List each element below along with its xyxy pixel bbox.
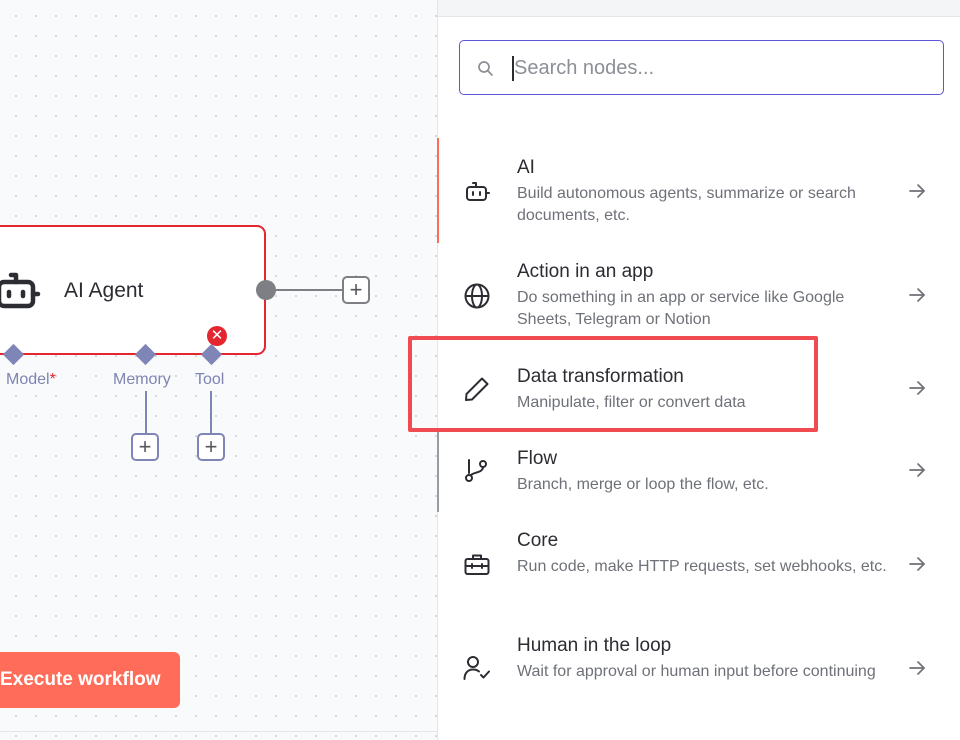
category-title: Flow xyxy=(517,448,558,469)
category-title: AI xyxy=(517,157,535,178)
category-ai[interactable]: AI Build autonomous agents, summarize or… xyxy=(438,157,960,237)
tool-connection-line xyxy=(210,391,212,433)
category-description: Branch, merge or loop the flow, etc. xyxy=(517,476,769,493)
category-title: Data transformation xyxy=(517,366,684,387)
category-title: Human in the loop xyxy=(517,635,672,656)
arrow-right-icon xyxy=(909,184,925,198)
category-title: Core xyxy=(517,530,559,551)
required-marker: * xyxy=(49,371,56,388)
output-connection-line xyxy=(274,289,342,291)
node-creator-panel: AI Build autonomous agents, summarize or… xyxy=(437,0,960,740)
robot-icon xyxy=(0,272,41,309)
category-description: Wait for approval or human input before … xyxy=(517,663,876,680)
globe-icon xyxy=(464,283,490,309)
category-core[interactable]: Core Run code, make HTTP requests, set w… xyxy=(438,530,960,610)
arrow-right-icon xyxy=(909,381,925,395)
error-icon[interactable]: ✕ xyxy=(207,326,227,346)
arrow-right-icon xyxy=(909,288,925,302)
category-human-in-the-loop[interactable]: Human in the loop Wait for approval or h… xyxy=(438,635,960,715)
arrow-right-icon xyxy=(909,557,925,571)
add-memory-button[interactable]: + xyxy=(131,433,159,461)
add-tool-button[interactable]: + xyxy=(197,433,225,461)
user-check-icon xyxy=(463,656,490,680)
search-box[interactable] xyxy=(459,40,944,95)
panel-header xyxy=(438,0,960,17)
category-title: Action in an app xyxy=(517,261,654,282)
model-connector-label: Model* xyxy=(6,371,56,388)
workflow-canvas[interactable]: AI Agent ✕ + Model* Memory + Tool + Exec… xyxy=(0,0,437,740)
tool-connector-label: Tool xyxy=(195,371,225,388)
execute-workflow-button[interactable]: Execute workflow xyxy=(0,652,180,708)
search-input[interactable] xyxy=(514,53,924,83)
ai-agent-node[interactable]: AI Agent ✕ xyxy=(0,225,266,355)
pencil-icon xyxy=(465,377,489,401)
category-description: Manipulate, filter or convert data xyxy=(517,394,746,411)
arrow-right-icon xyxy=(909,463,925,477)
output-handle[interactable] xyxy=(256,280,276,300)
category-description: Do something in an app or service like G… xyxy=(517,289,845,328)
canvas-divider xyxy=(0,731,437,732)
robot-icon xyxy=(466,182,490,201)
category-description: Build autonomous agents, summarize or se… xyxy=(517,185,856,224)
category-description: Run code, make HTTP requests, set webhoo… xyxy=(517,558,887,575)
add-next-node-button[interactable]: + xyxy=(342,276,370,304)
git-branch-icon xyxy=(465,459,487,482)
arrow-right-icon xyxy=(909,661,925,675)
memory-connection-line xyxy=(145,391,147,433)
memory-connector-label: Memory xyxy=(113,371,171,388)
category-flow[interactable]: Flow Branch, merge or loop the flow, etc… xyxy=(438,448,960,508)
search-icon xyxy=(478,61,493,76)
toolbox-icon xyxy=(464,554,490,575)
ai-agent-title: AI Agent xyxy=(64,279,144,302)
category-action-in-an-app[interactable]: Action in an app Do something in an app … xyxy=(438,261,960,341)
category-data-transformation[interactable]: Data transformation Manipulate, filter o… xyxy=(438,366,960,426)
